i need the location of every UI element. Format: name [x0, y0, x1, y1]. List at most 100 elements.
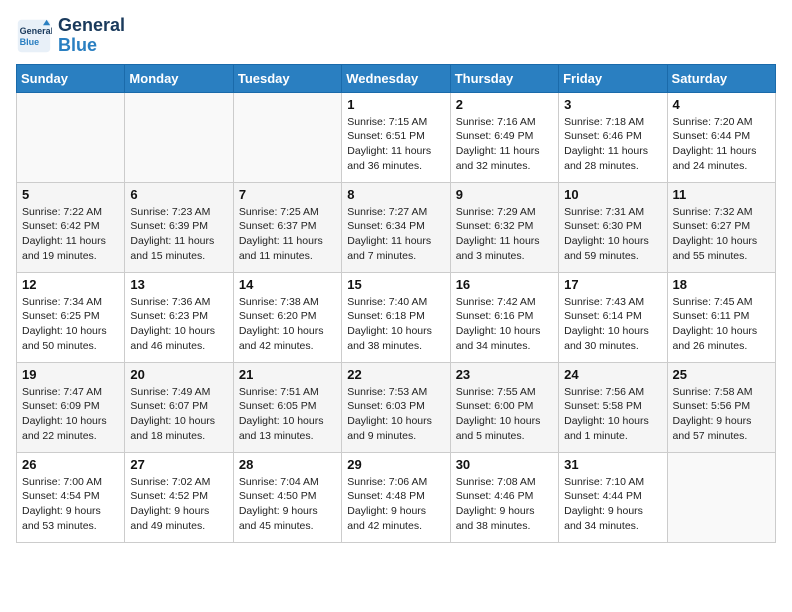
svg-text:General: General [20, 26, 52, 36]
day-number: 20 [130, 367, 227, 382]
calendar-day: 15 Sunrise: 7:40 AM Sunset: 6:18 PM Dayli… [342, 272, 450, 362]
day-info: Sunrise: 7:58 AM Sunset: 5:56 PM Dayligh… [673, 385, 770, 444]
day-info: Sunrise: 7:38 AM Sunset: 6:20 PM Dayligh… [239, 295, 336, 354]
calendar-day: 27 Sunrise: 7:02 AM Sunset: 4:52 PM Dayli… [125, 452, 233, 542]
calendar-day: 13 Sunrise: 7:36 AM Sunset: 6:23 PM Dayli… [125, 272, 233, 362]
weekday-header: Saturday [667, 64, 775, 92]
day-info: Sunrise: 7:18 AM Sunset: 6:46 PM Dayligh… [564, 115, 661, 174]
day-info: Sunrise: 7:40 AM Sunset: 6:18 PM Dayligh… [347, 295, 444, 354]
day-info: Sunrise: 7:42 AM Sunset: 6:16 PM Dayligh… [456, 295, 553, 354]
calendar-day: 30 Sunrise: 7:08 AM Sunset: 4:46 PM Dayli… [450, 452, 558, 542]
day-number: 9 [456, 187, 553, 202]
day-number: 6 [130, 187, 227, 202]
empty-day [233, 92, 341, 182]
svg-text:Blue: Blue [20, 37, 40, 47]
day-info: Sunrise: 7:29 AM Sunset: 6:32 PM Dayligh… [456, 205, 553, 264]
day-info: Sunrise: 7:22 AM Sunset: 6:42 PM Dayligh… [22, 205, 119, 264]
day-info: Sunrise: 7:53 AM Sunset: 6:03 PM Dayligh… [347, 385, 444, 444]
day-number: 10 [564, 187, 661, 202]
day-number: 5 [22, 187, 119, 202]
day-info: Sunrise: 7:34 AM Sunset: 6:25 PM Dayligh… [22, 295, 119, 354]
calendar-day: 25 Sunrise: 7:58 AM Sunset: 5:56 PM Dayli… [667, 362, 775, 452]
calendar-header: SundayMondayTuesdayWednesdayThursdayFrid… [17, 64, 776, 92]
logo-text: General Blue [58, 16, 125, 56]
day-info: Sunrise: 7:00 AM Sunset: 4:54 PM Dayligh… [22, 475, 119, 534]
day-info: Sunrise: 7:56 AM Sunset: 5:58 PM Dayligh… [564, 385, 661, 444]
day-number: 30 [456, 457, 553, 472]
day-number: 28 [239, 457, 336, 472]
day-number: 3 [564, 97, 661, 112]
day-info: Sunrise: 7:51 AM Sunset: 6:05 PM Dayligh… [239, 385, 336, 444]
day-info: Sunrise: 7:27 AM Sunset: 6:34 PM Dayligh… [347, 205, 444, 264]
day-number: 14 [239, 277, 336, 292]
calendar-day: 16 Sunrise: 7:42 AM Sunset: 6:16 PM Dayli… [450, 272, 558, 362]
day-info: Sunrise: 7:20 AM Sunset: 6:44 PM Dayligh… [673, 115, 770, 174]
day-info: Sunrise: 7:36 AM Sunset: 6:23 PM Dayligh… [130, 295, 227, 354]
day-number: 15 [347, 277, 444, 292]
calendar-day: 26 Sunrise: 7:00 AM Sunset: 4:54 PM Dayli… [17, 452, 125, 542]
calendar-day: 21 Sunrise: 7:51 AM Sunset: 6:05 PM Dayli… [233, 362, 341, 452]
day-info: Sunrise: 7:08 AM Sunset: 4:46 PM Dayligh… [456, 475, 553, 534]
calendar-table: SundayMondayTuesdayWednesdayThursdayFrid… [16, 64, 776, 543]
day-number: 2 [456, 97, 553, 112]
weekday-header: Wednesday [342, 64, 450, 92]
day-number: 7 [239, 187, 336, 202]
calendar-day: 18Sunrise: 7:45 AM Sunset: 6:11 PM Dayli… [667, 272, 775, 362]
day-number: 8 [347, 187, 444, 202]
day-number: 29 [347, 457, 444, 472]
day-info: Sunrise: 7:23 AM Sunset: 6:39 PM Dayligh… [130, 205, 227, 264]
calendar-day: 3 Sunrise: 7:18 AM Sunset: 6:46 PM Daylig… [559, 92, 667, 182]
calendar-day: 19Sunrise: 7:47 AM Sunset: 6:09 PM Dayli… [17, 362, 125, 452]
day-info: Sunrise: 7:04 AM Sunset: 4:50 PM Dayligh… [239, 475, 336, 534]
empty-day [17, 92, 125, 182]
weekday-header: Tuesday [233, 64, 341, 92]
day-info: Sunrise: 7:06 AM Sunset: 4:48 PM Dayligh… [347, 475, 444, 534]
day-info: Sunrise: 7:55 AM Sunset: 6:00 PM Dayligh… [456, 385, 553, 444]
logo-icon: General Blue [16, 18, 52, 54]
calendar-day: 10 Sunrise: 7:31 AM Sunset: 6:30 PM Dayli… [559, 182, 667, 272]
calendar-day: 31 Sunrise: 7:10 AM Sunset: 4:44 PM Dayli… [559, 452, 667, 542]
day-number: 26 [22, 457, 119, 472]
day-number: 13 [130, 277, 227, 292]
calendar-day: 14 Sunrise: 7:38 AM Sunset: 6:20 PM Dayli… [233, 272, 341, 362]
day-info: Sunrise: 7:10 AM Sunset: 4:44 PM Dayligh… [564, 475, 661, 534]
day-number: 25 [673, 367, 770, 382]
logo: General Blue General Blue [16, 16, 125, 56]
day-info: Sunrise: 7:47 AM Sunset: 6:09 PM Dayligh… [22, 385, 119, 444]
day-info: Sunrise: 7:43 AM Sunset: 6:14 PM Dayligh… [564, 295, 661, 354]
calendar-day: 20 Sunrise: 7:49 AM Sunset: 6:07 PM Dayli… [125, 362, 233, 452]
calendar-day: 5 Sunrise: 7:22 AM Sunset: 6:42 PM Daylig… [17, 182, 125, 272]
empty-day [125, 92, 233, 182]
calendar-day: 1 Sunrise: 7:15 AM Sunset: 6:51 PM Daylig… [342, 92, 450, 182]
calendar-day: 7Sunrise: 7:25 AM Sunset: 6:37 PM Daylig… [233, 182, 341, 272]
day-number: 27 [130, 457, 227, 472]
day-info: Sunrise: 7:15 AM Sunset: 6:51 PM Dayligh… [347, 115, 444, 174]
calendar-day: 12 Sunrise: 7:34 AM Sunset: 6:25 PM Dayli… [17, 272, 125, 362]
day-info: Sunrise: 7:49 AM Sunset: 6:07 PM Dayligh… [130, 385, 227, 444]
day-number: 21 [239, 367, 336, 382]
calendar-day: 6 Sunrise: 7:23 AM Sunset: 6:39 PM Daylig… [125, 182, 233, 272]
empty-day [667, 452, 775, 542]
calendar-day: 9 Sunrise: 7:29 AM Sunset: 6:32 PM Daylig… [450, 182, 558, 272]
weekday-header: Thursday [450, 64, 558, 92]
calendar-day: 29 Sunrise: 7:06 AM Sunset: 4:48 PM Dayli… [342, 452, 450, 542]
calendar-day: 22 Sunrise: 7:53 AM Sunset: 6:03 PM Dayli… [342, 362, 450, 452]
calendar-day: 8 Sunrise: 7:27 AM Sunset: 6:34 PM Daylig… [342, 182, 450, 272]
calendar-day: 11Sunrise: 7:32 AM Sunset: 6:27 PM Dayli… [667, 182, 775, 272]
day-number: 18 [673, 277, 770, 292]
calendar-day: 2Sunrise: 7:16 AM Sunset: 6:49 PM Daylig… [450, 92, 558, 182]
page-header: General Blue General Blue [16, 16, 776, 56]
day-number: 22 [347, 367, 444, 382]
day-number: 1 [347, 97, 444, 112]
day-info: Sunrise: 7:32 AM Sunset: 6:27 PM Dayligh… [673, 205, 770, 264]
weekday-header: Monday [125, 64, 233, 92]
day-info: Sunrise: 7:31 AM Sunset: 6:30 PM Dayligh… [564, 205, 661, 264]
day-number: 12 [22, 277, 119, 292]
day-number: 31 [564, 457, 661, 472]
day-info: Sunrise: 7:02 AM Sunset: 4:52 PM Dayligh… [130, 475, 227, 534]
day-number: 24 [564, 367, 661, 382]
weekday-header: Sunday [17, 64, 125, 92]
day-number: 17 [564, 277, 661, 292]
day-number: 16 [456, 277, 553, 292]
calendar-day: 17 Sunrise: 7:43 AM Sunset: 6:14 PM Dayli… [559, 272, 667, 362]
